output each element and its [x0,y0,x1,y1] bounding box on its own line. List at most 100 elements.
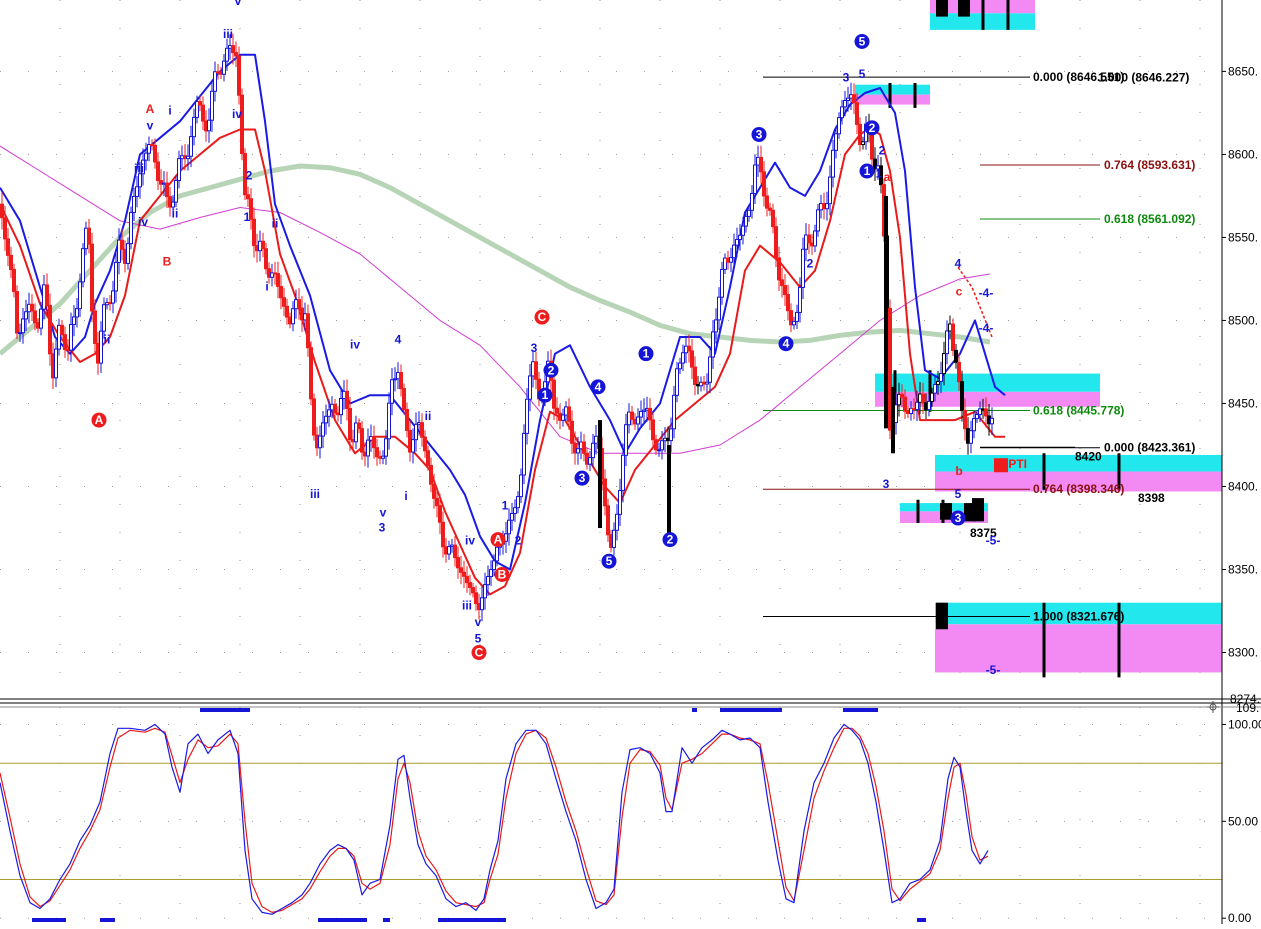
candle-body [939,373,943,382]
candle-body [840,106,844,119]
candle-body [507,519,511,535]
candle-body [915,401,919,411]
candle-body [729,257,733,263]
candle-body [648,407,652,421]
candle-body [717,296,721,321]
candle-body [144,152,148,161]
candle-body [795,311,799,322]
candle-body [54,348,58,379]
wave-label: ii [104,333,111,347]
signal-bar [720,708,782,712]
candle-body [102,304,106,332]
candle-body [654,439,658,451]
candle-body [156,161,160,182]
candle-body [453,544,457,559]
wave-circle-label: B [498,567,507,581]
candle-body [129,211,133,245]
candle-body [612,529,616,548]
wave-label: 2 [515,534,522,548]
candle-body [441,521,445,548]
candle-body [855,102,859,125]
candle-body [483,584,487,599]
candle-body [6,238,10,256]
candle-body [213,71,217,92]
candle-body [783,285,787,295]
candle-body [33,310,37,324]
candle-body [435,497,439,507]
candle-body [774,226,778,259]
candle-body [210,90,214,121]
candle-body [366,439,370,457]
candle-body [954,349,958,363]
candle-body [276,273,280,287]
candle-body [432,483,436,499]
fib-level-label: 0.000 (8423.361) [1104,441,1195,455]
candle-body [816,209,820,232]
candle-body [12,269,16,293]
wave-label: 3 [531,341,538,355]
signal-bar [438,918,506,922]
candle-body [984,408,988,417]
candle-body [468,582,472,589]
candle-body [474,592,478,604]
candle-body [471,587,475,594]
candle-body [132,195,136,213]
candle-body [420,422,424,438]
candle-body [591,442,595,459]
candle-body [81,248,85,283]
y-tick-label: 8350. [1228,562,1258,576]
wave-label: v [147,119,154,133]
wave-label: c [956,285,963,299]
candle-body [111,290,115,304]
candle-body [870,131,874,160]
y-tick-label: 8450. [1228,396,1258,410]
signal-bar [200,708,250,712]
wave-circle-label: C [538,310,547,324]
candle-body [513,507,517,514]
candle-body [603,478,607,507]
wave-circle-label: 2 [548,363,555,377]
wave-circle-label: 3 [955,511,962,525]
candle-body [555,407,559,414]
y-tick-label: 8600. [1228,147,1258,161]
candle-body [771,209,775,228]
candle-body [930,392,934,402]
wave-label: -5- [986,534,1001,548]
candle-body [525,398,529,434]
candle-body [765,195,769,209]
wave-label: 1 [244,210,251,224]
candle-body [429,465,433,485]
candle-body [126,243,130,264]
candle-body [624,424,628,456]
pti-label: 63PTI [995,457,1027,471]
candle-body [552,379,556,409]
wave-label: v [380,505,387,519]
wave-label: -5- [986,663,1001,677]
candle-body [438,505,442,523]
candle-body [630,411,634,420]
candle-body [462,571,466,577]
candle-body [93,310,97,344]
candle-body [357,422,361,430]
candle-body [801,248,805,288]
wave-label: B [163,255,172,269]
candle-body [231,45,235,54]
wave-label: -4- [979,321,994,335]
candle-body [447,546,451,555]
candle-body [951,323,955,351]
candle-body [834,133,838,151]
candle-body [318,435,322,449]
candle-body [492,560,496,571]
zone-marker-block [936,0,948,17]
wave-circle-label: A [95,413,104,427]
spike-candle [598,420,602,528]
candle-body [240,94,244,155]
candle-body [39,308,43,329]
candle-body [651,419,655,441]
candle-body [675,368,679,396]
candle-body [636,416,640,425]
wave-label: ii [272,216,279,230]
wave-label: iii [134,162,144,176]
candle-body [423,436,427,452]
candle-body [588,457,592,465]
